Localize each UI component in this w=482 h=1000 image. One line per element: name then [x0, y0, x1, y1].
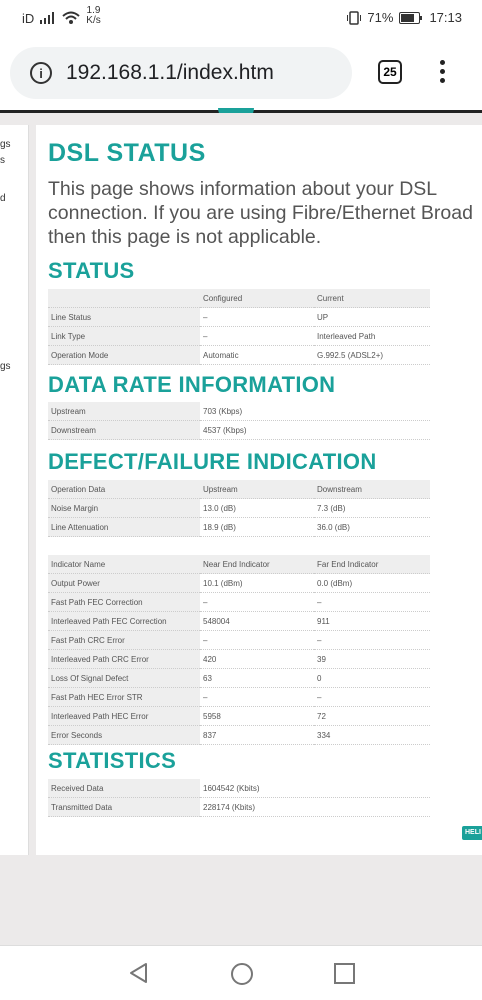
table-row: Downstream 4537 (Kbps): [48, 421, 430, 440]
table-header-row: Configured Current: [48, 289, 430, 308]
table-row: Fast Path FEC Correction – –: [48, 593, 430, 612]
more-menu-icon[interactable]: [438, 60, 446, 86]
table-row: Link Type – Interleaved Path: [48, 327, 430, 346]
sidebar: gs s d gs: [0, 125, 29, 855]
browser-toolbar: i 192.168.1.1/index.htm 25: [0, 38, 482, 110]
signal-icon: [40, 12, 55, 24]
recent-apps-icon[interactable]: [334, 963, 355, 984]
network-speed: 1.9 K/s: [86, 5, 101, 26]
table-header-row: Indicator Name Near End Indicator Far En…: [48, 555, 430, 574]
table-row: Output Power 10.1 (dBm) 0.0 (dBm): [48, 574, 430, 593]
data-rate-heading: DATA RATE INFORMATION: [48, 372, 336, 397]
data-rate-table: Upstream 703 (Kbps) Downstream 4537 (Kbp…: [48, 402, 430, 440]
defect-table: Operation Data Upstream Downstream Noise…: [48, 480, 430, 537]
table-row: Line Status – UP: [48, 308, 430, 327]
indicator-table: Indicator Name Near End Indicator Far En…: [48, 555, 430, 745]
table-row: Fast Path CRC Error – –: [48, 631, 430, 650]
help-button[interactable]: HELI: [462, 826, 482, 840]
statistics-heading: STATISTICS: [48, 748, 177, 773]
sidebar-item[interactable]: gs: [0, 361, 11, 372]
defect-heading: DEFECT/FAILURE INDICATION: [48, 449, 377, 474]
clock: 17:13: [429, 10, 462, 25]
battery-icon: [399, 11, 423, 24]
table-row: Error Seconds 837 334: [48, 726, 430, 745]
carrier-label: iD: [22, 10, 35, 26]
sidebar-item[interactable]: gs: [0, 139, 11, 150]
navigation-bar: [0, 945, 482, 1000]
web-page: gs s d gs DSL STATUS This page shows inf…: [0, 113, 482, 945]
back-icon[interactable]: [128, 962, 148, 984]
home-icon[interactable]: [231, 963, 253, 985]
table-row: Interleaved Path HEC Error 5958 72: [48, 707, 430, 726]
table-row: Fast Path HEC Error STR – –: [48, 688, 430, 707]
battery-percent: 71%: [367, 10, 394, 25]
table-row: Interleaved Path CRC Error 420 39: [48, 650, 430, 669]
status-heading: STATUS: [48, 258, 135, 283]
table-row: Line Attenuation 18.9 (dB) 36.0 (dB): [48, 518, 430, 537]
status-table: Configured Current Line Status – UP Link…: [48, 289, 430, 365]
table-row: Transmitted Data 228174 (Kbits): [48, 798, 430, 817]
info-icon[interactable]: i: [30, 62, 52, 84]
statistics-table: Received Data 1604542 (Kbits) Transmitte…: [48, 779, 430, 817]
table-row: Noise Margin 13.0 (dB) 7.3 (dB): [48, 499, 430, 518]
table-row: Loss Of Signal Defect 63 0: [48, 669, 430, 688]
table-row: Interleaved Path FEC Correction 548004 911: [48, 612, 430, 631]
wifi-icon: [62, 11, 80, 24]
table-header-row: Operation Data Upstream Downstream: [48, 480, 430, 499]
sidebar-item[interactable]: d: [0, 193, 6, 204]
main-content: DSL STATUS This page shows information a…: [36, 125, 482, 855]
intro-text: This page shows information about your D…: [48, 178, 473, 248]
table-row: Received Data 1604542 (Kbits): [48, 779, 430, 798]
status-bar: iD 1.9 K/s 71% 17:13: [0, 0, 482, 38]
table-row: Operation Mode Automatic G.992.5 (ADSL2+…: [48, 346, 430, 365]
page-title: DSL STATUS: [48, 139, 206, 167]
table-row: Upstream 703 (Kbps): [48, 402, 430, 421]
vibrate-icon: [347, 10, 362, 25]
url-text[interactable]: 192.168.1.1/index.htm: [66, 61, 274, 85]
sidebar-item[interactable]: s: [0, 155, 5, 166]
address-bar[interactable]: i 192.168.1.1/index.htm: [10, 47, 352, 99]
tab-switcher-button[interactable]: 25: [378, 60, 402, 84]
